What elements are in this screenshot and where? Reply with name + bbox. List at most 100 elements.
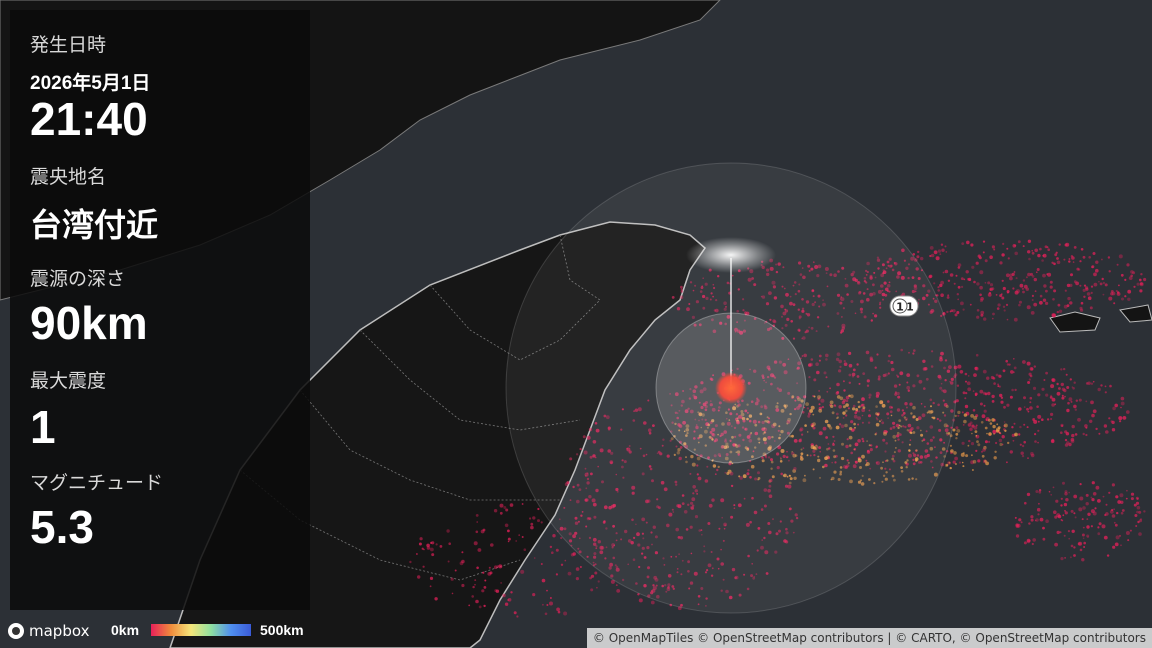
quake-dot	[961, 461, 964, 464]
quake-dot	[1019, 300, 1022, 304]
quake-dot	[1092, 252, 1096, 255]
quake-dot	[945, 464, 949, 467]
hypocenter-marker[interactable]	[715, 372, 747, 404]
quake-dot	[1020, 451, 1024, 455]
quake-dot	[1079, 284, 1082, 287]
quake-dot	[1056, 257, 1059, 260]
quake-dot	[551, 551, 554, 554]
quake-dot	[475, 514, 479, 517]
quake-dot	[967, 387, 972, 392]
quake-dot	[998, 432, 1001, 434]
quake-dot	[1039, 300, 1043, 305]
quake-dot	[1101, 258, 1103, 261]
quake-dot	[1037, 253, 1041, 258]
quake-dot	[1031, 294, 1034, 297]
quake-dot	[991, 245, 996, 249]
quake-dot	[995, 441, 998, 445]
quake-dot	[1111, 428, 1116, 432]
quake-dot	[1064, 438, 1068, 442]
quake-dot	[1064, 511, 1068, 515]
quake-dot	[1086, 525, 1090, 529]
quake-dot	[1120, 500, 1124, 504]
quake-dot	[989, 255, 993, 259]
quake-dot	[941, 248, 945, 252]
quake-dot	[956, 429, 961, 433]
quake-dot	[1079, 496, 1084, 501]
quake-dot	[947, 279, 951, 282]
quake-dot	[1124, 295, 1127, 298]
quake-dot	[1041, 259, 1044, 262]
quake-dot	[484, 579, 487, 582]
quake-dot	[1133, 503, 1137, 507]
quake-dot	[1108, 270, 1111, 273]
quake-dot	[1025, 287, 1030, 291]
quake-dot	[1060, 382, 1065, 387]
quake-dot	[1130, 492, 1135, 496]
quake-dot	[498, 564, 503, 569]
quake-dot	[1028, 539, 1031, 542]
quake-dot	[989, 283, 994, 287]
quake-dot	[966, 381, 971, 386]
quake-dot	[1021, 444, 1025, 448]
quake-dot	[1086, 292, 1091, 296]
quake-dot	[493, 565, 498, 569]
map-attribution[interactable]: © OpenMapTiles © OpenStreetMap contribut…	[586, 628, 1152, 648]
quake-dot	[1014, 516, 1017, 519]
quake-dot	[1014, 290, 1019, 295]
quake-dot	[1098, 432, 1101, 435]
quake-dot	[1126, 489, 1128, 492]
quake-dot	[992, 429, 996, 433]
quake-dot	[1022, 245, 1025, 248]
quake-dot	[1138, 532, 1142, 536]
quake-dot	[1082, 506, 1086, 510]
quake-dot	[984, 440, 988, 444]
quake-dot	[1053, 510, 1057, 514]
quake-dot	[1083, 546, 1086, 548]
quake-dot	[962, 465, 965, 468]
quake-dot	[478, 605, 482, 609]
quake-dot	[489, 571, 493, 575]
quake-dot	[1108, 417, 1111, 420]
quake-dot	[1022, 279, 1026, 282]
quake-dot	[933, 250, 938, 255]
quake-dot	[997, 385, 1000, 388]
quake-dot	[1015, 534, 1020, 538]
quake-dot	[564, 559, 567, 562]
mapbox-logo-text: mapbox	[29, 622, 90, 640]
mapbox-logo[interactable]: mapbox	[8, 620, 89, 642]
quake-dot	[979, 389, 984, 394]
quake-dot	[991, 400, 995, 403]
quake-dot	[1079, 483, 1082, 486]
quake-dot	[1090, 509, 1095, 514]
quake-dot	[1090, 382, 1094, 385]
quake-dot	[1003, 405, 1006, 409]
quake-dot	[987, 293, 992, 297]
quake-dot	[1039, 517, 1044, 522]
station-intensity-badge[interactable]: 1 1	[889, 295, 919, 317]
quake-dot	[1003, 421, 1006, 423]
quake-dot	[1083, 295, 1086, 298]
quake-dot	[572, 552, 576, 556]
quake-dot	[549, 601, 553, 606]
quake-dot	[1000, 400, 1004, 404]
quake-dot	[1092, 409, 1097, 414]
quake-dot	[970, 442, 975, 446]
quake-dot	[1115, 495, 1119, 499]
quake-dot	[1082, 255, 1086, 259]
quake-dot	[476, 521, 479, 523]
quake-dot	[1050, 412, 1054, 416]
quake-dot	[523, 548, 527, 551]
quake-dot	[1033, 277, 1038, 282]
quake-dot	[1056, 391, 1061, 396]
quake-dot	[1110, 290, 1114, 293]
quake-dot	[1073, 512, 1076, 515]
quake-dot	[1027, 239, 1032, 243]
quake-dot	[537, 507, 540, 511]
quake-dot	[502, 593, 506, 598]
quake-dot	[1032, 386, 1037, 390]
quake-dot	[1133, 285, 1136, 288]
quake-dot	[1054, 253, 1058, 257]
quake-dot	[977, 254, 981, 258]
quake-dot	[946, 296, 950, 299]
epicenter-value: 台湾付近	[30, 207, 159, 243]
